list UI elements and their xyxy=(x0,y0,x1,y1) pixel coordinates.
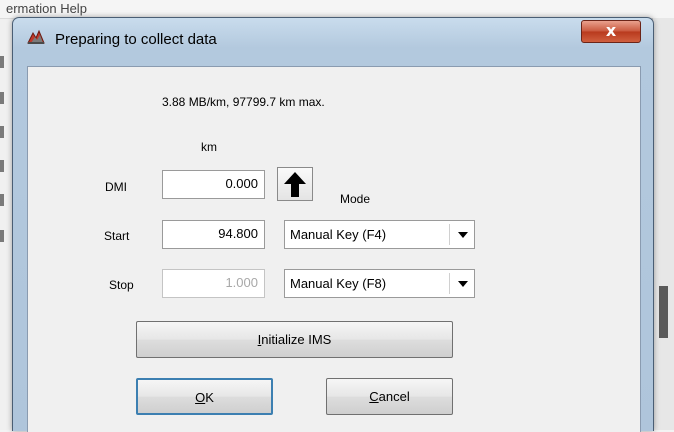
background-scroll-area xyxy=(652,18,674,430)
cancel-mnemonic: C xyxy=(369,389,379,404)
close-button[interactable]: x xyxy=(581,20,641,43)
background-edge-mark xyxy=(0,126,4,138)
cancel-button[interactable]: Cancel xyxy=(326,378,453,415)
background-edge-mark xyxy=(0,92,4,104)
start-mode-select[interactable]: Manual Key (F4) xyxy=(284,220,475,249)
dmi-field[interactable]: 0.000 xyxy=(162,170,265,199)
dialog-client-area: 3.88 MB/km, 97799.7 km max. km DMI 0.000… xyxy=(27,66,641,432)
stop-value: 1.000 xyxy=(225,275,258,290)
dmi-value: 0.000 xyxy=(225,176,258,191)
background-menu-text: ermation Help xyxy=(6,1,87,16)
stop-mode-value: Manual Key (F8) xyxy=(290,276,387,291)
background-edge-mark xyxy=(0,160,4,172)
direction-toggle-button[interactable] xyxy=(277,167,313,201)
app-icon xyxy=(27,29,45,44)
dialog-title: Preparing to collect data xyxy=(55,31,217,48)
select-divider xyxy=(449,224,450,245)
ok-button[interactable]: OK xyxy=(136,378,273,415)
mode-header: Mode xyxy=(340,192,371,206)
ok-label: K xyxy=(205,390,214,405)
stop-field[interactable]: 1.000 xyxy=(162,269,265,298)
close-icon: x xyxy=(605,21,617,40)
dialog-titlebar[interactable]: Preparing to collect data x xyxy=(13,18,653,58)
start-value: 94.800 xyxy=(218,226,258,241)
unit-header: km xyxy=(201,140,217,154)
select-divider xyxy=(449,273,450,294)
dmi-label: DMI xyxy=(105,180,127,194)
storage-info-text: 3.88 MB/km, 97799.7 km max. xyxy=(162,95,325,109)
start-field[interactable]: 94.800 xyxy=(162,220,265,249)
chevron-down-icon xyxy=(458,281,468,287)
up-arrow-icon xyxy=(284,172,306,197)
background-edge-mark xyxy=(0,230,4,242)
cancel-label: ancel xyxy=(378,389,410,404)
background-edge-mark xyxy=(0,194,4,206)
background-scrollbar-thumb[interactable] xyxy=(659,286,668,338)
background-edge-mark xyxy=(0,56,4,68)
preparing-dialog: Preparing to collect data x 3.88 MB/km, … xyxy=(12,17,654,432)
initialize-label: nitialize IMS xyxy=(261,332,332,347)
stop-label: Stop xyxy=(109,278,134,292)
stop-mode-select[interactable]: Manual Key (F8) xyxy=(284,269,475,298)
chevron-down-icon xyxy=(458,232,468,238)
ok-mnemonic: O xyxy=(195,390,206,405)
initialize-ims-button[interactable]: Initialize IMS xyxy=(136,321,453,358)
start-label: Start xyxy=(104,229,130,243)
start-mode-value: Manual Key (F4) xyxy=(290,227,387,242)
